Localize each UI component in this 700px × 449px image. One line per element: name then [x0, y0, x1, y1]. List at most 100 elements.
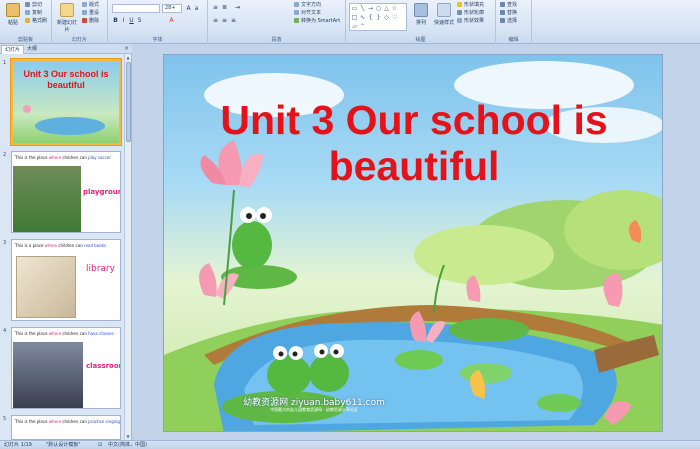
- numbering-icon[interactable]: ≣: [221, 4, 228, 11]
- thumbnail-word: playground: [83, 188, 120, 196]
- editing-group-label: 编辑: [508, 37, 519, 43]
- paste-button[interactable]: 粘贴: [2, 3, 24, 33]
- arrange-icon: [414, 3, 428, 17]
- font-group-label: 字体: [152, 37, 163, 43]
- new-slide-button[interactable]: 新建幻灯片: [55, 3, 79, 33]
- star-shape-icon[interactable]: ☆: [391, 5, 398, 12]
- fill-bucket-icon: [457, 2, 462, 7]
- oval-shape-icon[interactable]: ○: [375, 5, 382, 12]
- tab-outline[interactable]: 大纲: [24, 45, 40, 54]
- shapes-gallery[interactable]: ▭ ╲ → ○ △ ☆ □ ∿ { } ◇ ♡ ▱ ⌃: [349, 3, 407, 31]
- square-shape-icon[interactable]: □: [351, 14, 358, 21]
- align-center-icon[interactable]: ≡: [221, 17, 228, 24]
- italic-icon[interactable]: I: [120, 17, 127, 24]
- quick-styles-icon: [437, 3, 451, 17]
- triangle-shape-icon[interactable]: △: [383, 5, 390, 12]
- paragraph-group-label: 段落: [271, 37, 282, 43]
- close-panel-icon[interactable]: ×: [124, 45, 129, 53]
- library-illustration: [16, 256, 76, 318]
- quick-styles-button[interactable]: 快速样式: [432, 3, 456, 33]
- copy-button[interactable]: 复制: [25, 10, 42, 17]
- align-left-icon[interactable]: ≡: [212, 17, 219, 24]
- smartart-button[interactable]: 转换为 SmartArt: [294, 18, 340, 25]
- reset-button[interactable]: 重设: [82, 10, 99, 17]
- align-text-icon: [294, 10, 299, 15]
- thumbnail-number: 5: [3, 416, 7, 422]
- brace-shape-icon[interactable]: {: [367, 14, 374, 21]
- line-shape-icon[interactable]: ╲: [359, 5, 366, 12]
- reset-icon: [82, 10, 87, 15]
- drawing-group-label: 绘图: [415, 37, 426, 43]
- delete-slide-button[interactable]: 删除: [82, 18, 99, 25]
- layout-icon: [82, 2, 87, 7]
- scroll-down-icon[interactable]: ▼: [125, 433, 131, 440]
- lotus-graphic: [23, 105, 31, 113]
- shape-effects-button[interactable]: 形状效果: [457, 18, 484, 25]
- panel-scrollbar[interactable]: ▲ ▼: [124, 54, 131, 440]
- shrink-font-icon[interactable]: a: [193, 5, 200, 12]
- pond-graphic: [35, 117, 105, 135]
- language-status[interactable]: 中文(简体，中国): [108, 441, 147, 449]
- thumbnail-word: classroom: [86, 362, 120, 370]
- scroll-thumb[interactable]: [126, 62, 131, 142]
- ribbon: 粘贴 剪切 复制 格式刷 剪贴板 新建幻灯片 版式 重设 删除 幻灯片 28+ …: [0, 0, 700, 44]
- slides-group-label: 幻灯片: [71, 37, 87, 43]
- font-size-combo[interactable]: 28+: [162, 4, 182, 13]
- format-painter-button[interactable]: 格式刷: [25, 18, 47, 25]
- indent-icon[interactable]: ⇥: [234, 4, 241, 11]
- copy-icon: [25, 10, 30, 15]
- shape-fill-button[interactable]: 形状填充: [457, 2, 484, 9]
- layout-button[interactable]: 版式: [82, 2, 99, 9]
- grow-font-icon[interactable]: A: [185, 5, 192, 12]
- status-check-icon[interactable]: ☑: [98, 441, 102, 449]
- thumbnail-word: library: [86, 264, 115, 274]
- arrange-button[interactable]: 排列: [410, 3, 432, 33]
- cut-button[interactable]: 剪切: [25, 2, 42, 9]
- cursor-icon: [500, 18, 505, 23]
- align-text-button[interactable]: 对齐文本: [294, 10, 321, 17]
- brush-icon: [25, 18, 30, 23]
- smartart-icon: [294, 18, 299, 23]
- font-name-combo[interactable]: [112, 4, 160, 13]
- thumbnail-caption: This is a place where children can read …: [15, 243, 107, 248]
- brace-right-shape-icon[interactable]: }: [375, 14, 382, 21]
- slide-thumbnail-2[interactable]: This is the place where children can pla…: [11, 151, 121, 233]
- slide-canvas: Unit 3 Our school is beautiful 幼教资源网 ziy…: [133, 44, 700, 440]
- pen-icon: [457, 10, 462, 15]
- bold-icon[interactable]: B: [112, 17, 119, 24]
- slide-title[interactable]: Unit 3 Our school is beautiful: [164, 97, 662, 189]
- status-bar: 幻灯片 1/19 "默认设计模板" ☑ 中文(简体，中国): [0, 440, 700, 449]
- shape-outline-button[interactable]: 形状轮廓: [457, 10, 484, 17]
- diamond-shape-icon[interactable]: ◇: [383, 14, 390, 21]
- rectangle-shape-icon[interactable]: ▭: [351, 5, 358, 12]
- scroll-up-icon[interactable]: ▲: [125, 54, 131, 61]
- font-color-icon[interactable]: A: [168, 17, 175, 24]
- callout-shape-icon[interactable]: ▱: [351, 23, 358, 30]
- curve-shape-icon[interactable]: ∿: [359, 14, 366, 21]
- slide-thumbnail-4[interactable]: This is the place where children can hav…: [11, 327, 121, 409]
- find-button[interactable]: 查找: [500, 2, 517, 9]
- strike-icon[interactable]: S: [136, 17, 143, 24]
- slide-thumbnail-5[interactable]: This is the place where children can pra…: [11, 415, 121, 440]
- chevron-shape-icon[interactable]: ⌃: [359, 23, 366, 30]
- thumbnail-number: 1: [3, 60, 7, 66]
- text-direction-button[interactable]: 文字方向: [294, 2, 321, 9]
- replace-button[interactable]: 替换: [500, 10, 517, 17]
- slide-thumbnail-3[interactable]: This is a place where children can read …: [11, 239, 121, 321]
- thumbnail-number: 4: [3, 328, 7, 334]
- scissors-icon: [25, 2, 30, 7]
- drawing-group: ▭ ╲ → ○ △ ☆ □ ∿ { } ◇ ♡ ▱ ⌃ 排列 快速样式 形状填充…: [346, 0, 496, 44]
- thumbnail-number: 2: [3, 152, 7, 158]
- select-button[interactable]: 选择: [500, 18, 517, 25]
- current-slide[interactable]: Unit 3 Our school is beautiful 幼教资源网 ziy…: [163, 54, 663, 432]
- tab-slides[interactable]: 幻灯片: [1, 45, 25, 54]
- align-right-icon[interactable]: ≡: [230, 17, 237, 24]
- underline-icon[interactable]: U: [128, 17, 135, 24]
- new-slide-icon: [60, 3, 74, 17]
- soccer-photo: [13, 166, 81, 232]
- slide-thumbnail-1[interactable]: Unit 3 Our school is beautiful: [11, 59, 121, 145]
- paragraph-group: ≡ ≣ ⇥ ≡ ≡ ≡ 文字方向 对齐文本 转换为 SmartArt 段落: [208, 0, 346, 44]
- arrow-shape-icon[interactable]: →: [367, 5, 374, 12]
- heart-shape-icon[interactable]: ♡: [391, 14, 398, 21]
- bullets-icon[interactable]: ≡: [212, 4, 219, 11]
